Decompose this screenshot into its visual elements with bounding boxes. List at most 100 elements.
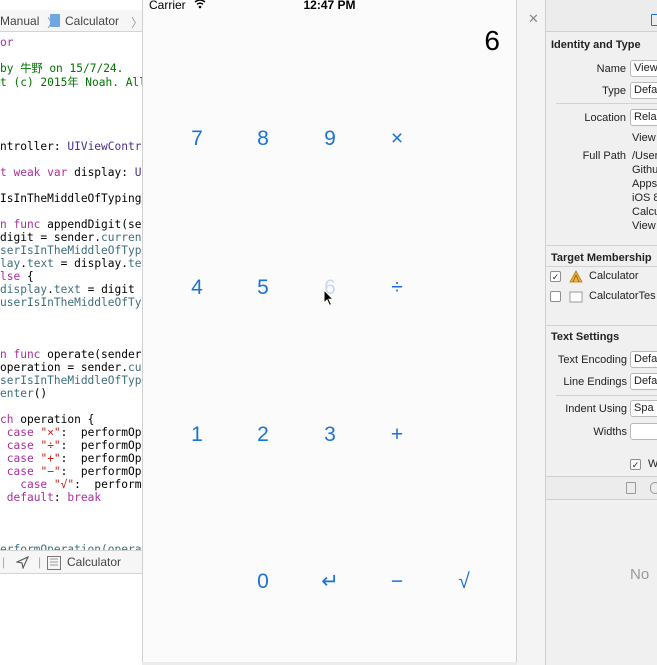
code-line[interactable]: t weak var display: UI — [0, 166, 142, 179]
code-line[interactable]: default: break — [0, 491, 101, 504]
code-line[interactable]: case "×": performOpe — [0, 426, 142, 439]
ios-simulator-screen[interactable]: Carrier 12:47 PM 6 7 8 9 × 4 5 6 ÷ 1 2 3 +0 ↵ − √ — [142, 0, 517, 662]
section-text-settings[interactable]: Text Settings — [551, 331, 619, 343]
full-path-line: Calcu — [632, 206, 657, 218]
code-line[interactable]: IsInTheMiddleOfTypingA — [0, 192, 142, 205]
jump-bar: Manual 〉 Calculator 〉 — [0, 10, 142, 32]
location-popup[interactable]: Rela — [630, 109, 657, 126]
editor-debug-bar: | | Calculator — [0, 550, 142, 574]
breadcrumb-separator: 〉 — [131, 16, 142, 30]
text-encoding-popup[interactable]: Defa — [630, 351, 657, 368]
name-field[interactable]: View — [630, 60, 657, 77]
section-identity-type[interactable]: Identity and Type — [551, 39, 641, 51]
divider — [546, 266, 657, 267]
key-multiply-button[interactable]: × — [372, 119, 422, 159]
mouse-pointer-icon — [323, 289, 335, 307]
swift-file-icon — [50, 14, 60, 27]
indent-using-label: Indent Using — [565, 403, 627, 415]
wrap-lines-label: W — [648, 458, 657, 470]
location-filename: View — [632, 132, 656, 144]
wrap-lines-checkbox[interactable]: ✓ — [630, 459, 641, 470]
no-selection-label: No — [630, 566, 650, 583]
location-arrow-icon[interactable] — [16, 556, 29, 569]
file-inspector: Identity and Type Name View Type Defa Lo… — [545, 0, 657, 665]
code-line[interactable]: or — [0, 36, 13, 49]
divider — [546, 325, 657, 326]
file-template-icon[interactable] — [626, 482, 636, 494]
type-popup[interactable]: Defa — [630, 82, 657, 99]
key-1-button[interactable]: 1 — [172, 415, 222, 455]
type-label: Type — [602, 85, 626, 97]
app-target-icon — [569, 270, 583, 283]
line-endings-popup[interactable]: Defa — [630, 373, 657, 390]
full-path-line: Githu — [632, 164, 657, 176]
code-line[interactable]: ntroller: UIViewControl — [0, 140, 142, 153]
full-path-line: View — [632, 220, 656, 232]
indent-using-popup[interactable]: Spa — [630, 400, 657, 417]
code-line[interactable]: userIsInTheMiddleOfTyp — [0, 296, 142, 309]
code-line[interactable]: ch operation { — [0, 413, 94, 426]
code-line[interactable]: enter() — [0, 387, 47, 400]
file-inspector-tab-icon[interactable] — [651, 14, 657, 26]
name-label: Name — [596, 63, 626, 75]
code-line[interactable]: serIsInTheMiddleOfTypi — [0, 374, 142, 387]
library-tab-bar — [546, 476, 657, 500]
code-line[interactable]: case "−": performOpe — [0, 465, 142, 478]
inspector-tab-bar — [546, 0, 657, 32]
debug-area — [0, 575, 142, 665]
key-7-button[interactable]: 7 — [172, 119, 222, 159]
full-path-label: Full Path — [582, 150, 626, 162]
scheme-label[interactable]: Calculator — [67, 555, 121, 569]
divider: | — [38, 555, 42, 569]
key-4-button[interactable]: 4 — [172, 268, 222, 308]
key-plus-button[interactable]: + — [372, 415, 422, 455]
code-line[interactable]: n func operate(sender: — [0, 348, 142, 361]
key-9-button[interactable]: 9 — [305, 119, 355, 159]
code-line[interactable]: display.text = digit — [0, 283, 135, 296]
window-gutter — [517, 0, 545, 665]
code-line[interactable]: t (c) 2015年 Noah. All — [0, 76, 142, 89]
breadcrumb-manual[interactable]: Manual — [0, 14, 39, 28]
divider — [546, 245, 657, 246]
tab-width-field[interactable] — [630, 423, 657, 440]
breadcrumb-calculator[interactable]: Calculator — [65, 14, 119, 28]
code-line[interactable]: lse { — [0, 270, 34, 283]
code-line[interactable]: lay.text = display.tex — [0, 257, 142, 270]
calculator-display: 6 — [484, 25, 500, 56]
key-3-button[interactable]: 3 — [305, 415, 355, 455]
target-name: CalculatorTes — [589, 290, 656, 302]
divider — [556, 103, 657, 104]
full-path-line: Apps — [632, 178, 657, 190]
test-target-icon — [569, 291, 583, 303]
location-label: Location — [584, 112, 626, 124]
key-5-button[interactable]: 5 — [238, 268, 288, 308]
code-line[interactable]: n func appendDigit(sen — [0, 218, 142, 231]
code-line[interactable]: case "÷": performOpe — [0, 439, 142, 452]
target-checkbox[interactable]: ✓ — [550, 271, 561, 282]
code-line[interactable]: operation = sender.cur — [0, 361, 142, 374]
view-hierarchy-icon[interactable] — [47, 556, 61, 570]
code-line[interactable]: case "√": performO — [0, 478, 142, 491]
code-snippet-icon[interactable] — [650, 482, 657, 494]
code-line[interactable]: by 牛野 on 15/7/24. — [0, 62, 123, 75]
key-8-button[interactable]: 8 — [238, 119, 288, 159]
full-path-line: /User — [632, 150, 657, 162]
line-endings-label: Line Endings — [563, 376, 627, 388]
code-line[interactable]: digit = sender.current — [0, 231, 142, 244]
code-editor[interactable]: Manual 〉 Calculator 〉 or by 牛野 on 15/7/24… — [0, 0, 142, 665]
key-enter-button[interactable]: ↵ — [305, 562, 355, 602]
close-icon[interactable]: ✕ — [528, 11, 539, 27]
key-sqrt-button[interactable]: √ — [439, 562, 489, 602]
key-minus-button[interactable]: − — [372, 562, 422, 602]
full-path-line: iOS 8 — [632, 192, 657, 204]
key-2-button[interactable]: 2 — [238, 415, 288, 455]
section-target-membership[interactable]: Target Membership — [551, 252, 652, 264]
divider: | — [2, 555, 6, 569]
key-0-button[interactable]: 0 — [238, 562, 288, 602]
key-divide-button[interactable]: ÷ — [372, 268, 422, 308]
code-line[interactable]: serIsInTheMiddleOfTypi — [0, 244, 142, 257]
status-bar: Carrier 12:47 PM — [143, 0, 516, 14]
text-encoding-label: Text Encoding — [557, 354, 627, 366]
code-line[interactable]: case "+": performOpe — [0, 452, 142, 465]
target-checkbox[interactable] — [550, 291, 561, 302]
